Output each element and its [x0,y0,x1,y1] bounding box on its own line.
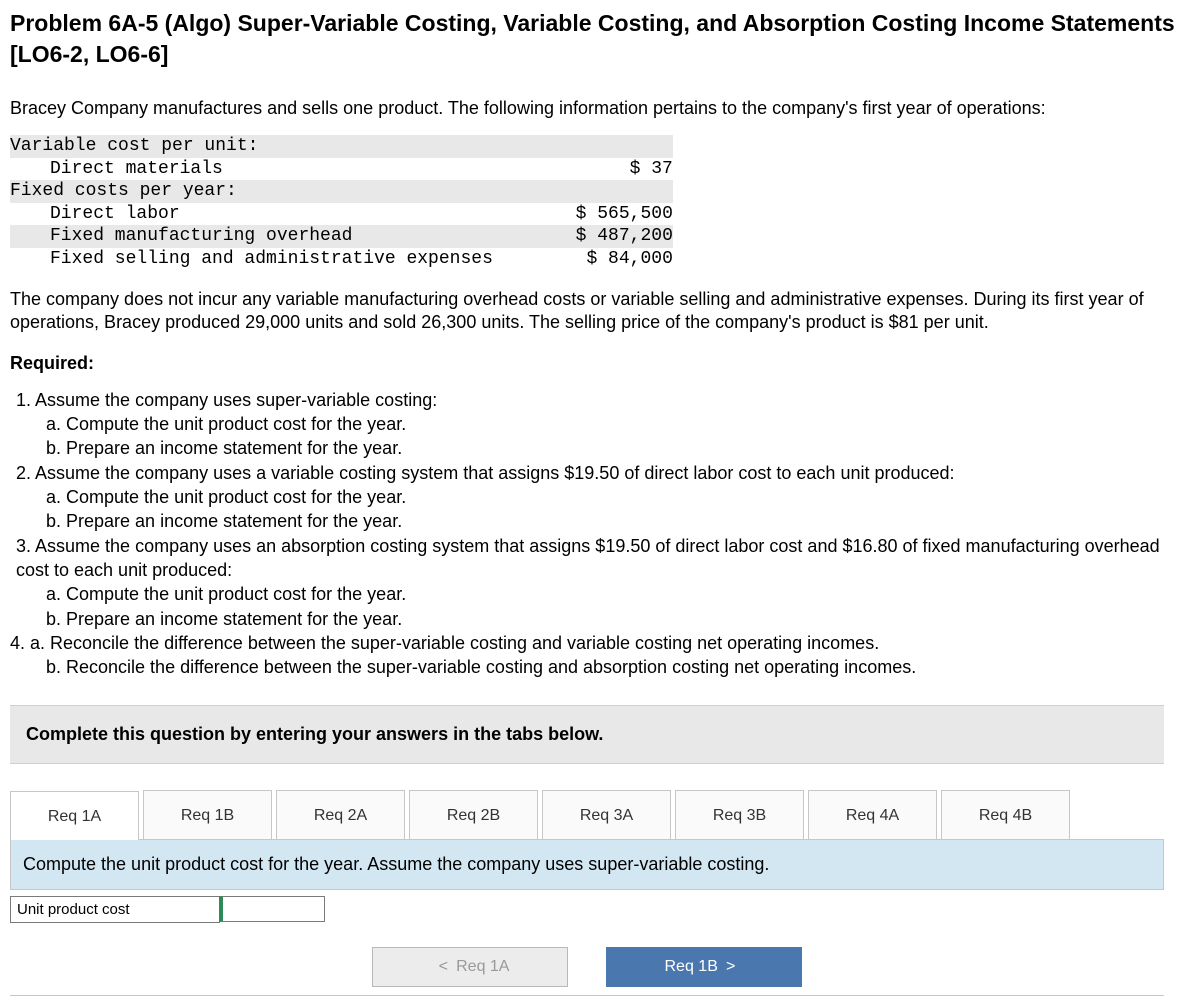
req-2b: b. Prepare an income statement for the y… [10,509,1190,533]
fixed-mfg-oh-label: Fixed manufacturing overhead [10,225,493,248]
requirements-list: 1. Assume the company uses super-variabl… [10,388,1190,680]
fixed-sa-label: Fixed selling and administrative expense… [10,248,493,271]
req-4a: 4. a. Reconcile the difference between t… [10,631,1190,655]
fixed-mfg-oh-value: $ 487,200 [493,225,673,248]
answer-row: Unit product cost [10,896,1190,923]
chevron-left-icon: < [431,958,457,976]
tab-req-3a[interactable]: Req 3A [542,790,671,839]
tab-req-2a[interactable]: Req 2A [276,790,405,839]
tab-req-2b[interactable]: Req 2B [409,790,538,839]
req-3: 3. Assume the company uses an absorption… [10,534,1190,583]
direct-labor-label: Direct labor [10,203,493,226]
narrative-text: The company does not incur any variable … [10,288,1190,335]
req-3b: b. Prepare an income statement for the y… [10,607,1190,631]
nav-row: < Req 1A Req 1B > [10,935,1164,996]
tab-req-1b[interactable]: Req 1B [143,790,272,839]
intro-text: Bracey Company manufactures and sells on… [10,98,1190,119]
direct-materials-label: Direct materials [10,158,493,181]
next-req-label: Req 1B [665,958,718,976]
section-header-variable: Variable cost per unit: [10,135,493,158]
problem-title: Problem 6A-5 (Algo) Super-Variable Costi… [10,8,1190,70]
prev-req-label: Req 1A [456,958,509,976]
tab-req-3b[interactable]: Req 3B [675,790,804,839]
required-header: Required: [10,353,1190,374]
direct-materials-value: $ 37 [493,158,673,181]
cost-data-table: Variable cost per unit: Direct materials… [10,135,673,270]
unit-product-cost-label: Unit product cost [10,896,220,923]
fixed-sa-value: $ 84,000 [493,248,673,271]
req-1: 1. Assume the company uses super-variabl… [10,388,1190,412]
req-2: 2. Assume the company uses a variable co… [10,461,1190,485]
req-2a: a. Compute the unit product cost for the… [10,485,1190,509]
unit-product-cost-input[interactable] [219,896,325,922]
req-4b: b. Reconcile the difference between the … [10,655,1190,679]
tab-req-4a[interactable]: Req 4A [808,790,937,839]
tabs-row: Req 1A Req 1B Req 2A Req 2B Req 3A Req 3… [10,790,1164,840]
chevron-right-icon: > [718,958,744,976]
tab-instruction: Compute the unit product cost for the ye… [10,840,1164,890]
req-1b: b. Prepare an income statement for the y… [10,436,1190,460]
next-req-button[interactable]: Req 1B > [606,947,802,987]
direct-labor-value: $ 565,500 [493,203,673,226]
instruction-banner: Complete this question by entering your … [10,705,1164,764]
req-1a: a. Compute the unit product cost for the… [10,412,1190,436]
tab-req-4b[interactable]: Req 4B [941,790,1070,839]
tab-req-1a[interactable]: Req 1A [10,791,139,840]
section-header-fixed: Fixed costs per year: [10,180,493,203]
req-3a: a. Compute the unit product cost for the… [10,582,1190,606]
prev-req-button: < Req 1A [372,947,568,987]
